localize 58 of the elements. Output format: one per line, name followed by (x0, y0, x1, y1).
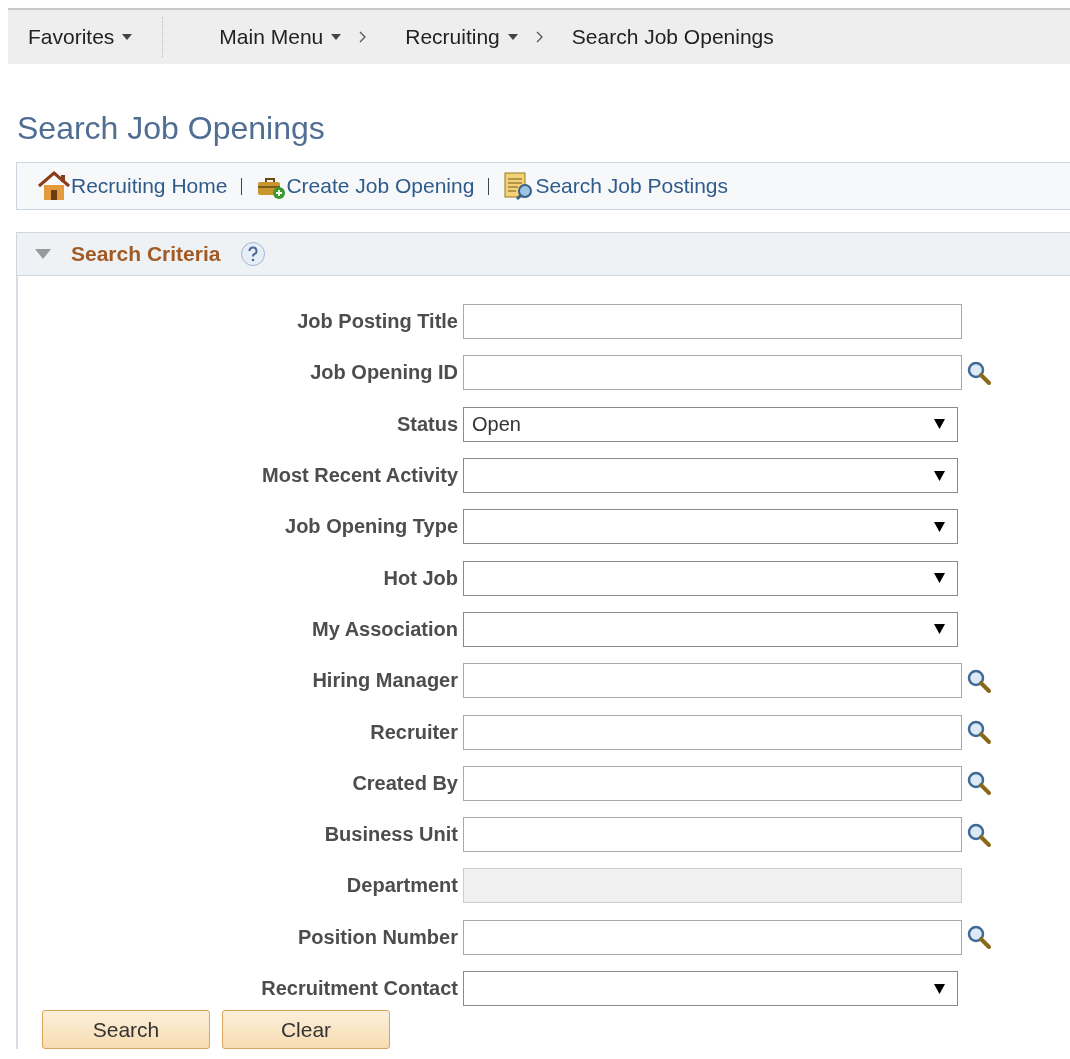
input-field[interactable] (463, 919, 962, 955)
dropdown[interactable]: Open (463, 406, 958, 442)
dropdown[interactable] (463, 971, 958, 1006)
dropdown[interactable] (463, 509, 958, 545)
chevron-icon (359, 31, 368, 43)
caret-icon (331, 34, 342, 40)
field-label: Created By (351, 771, 459, 795)
action-button[interactable]: Search (42, 1010, 210, 1050)
search-icon[interactable] (966, 359, 992, 386)
field-label: Hiring Manager (311, 669, 459, 693)
house-icon (37, 171, 71, 201)
field-label: Most Recent Activity (261, 464, 459, 488)
dropdown[interactable] (463, 458, 958, 494)
dropdown-arrow-icon (934, 470, 945, 481)
field-label: Hot Job (382, 566, 459, 590)
dropdown[interactable] (463, 611, 958, 647)
caret-icon (122, 34, 133, 40)
dropdown-arrow-icon (934, 624, 945, 635)
field-label: My Association (311, 617, 459, 641)
chevron-icon (535, 31, 544, 43)
toolbar-link[interactable]: Search Job Postings (535, 174, 728, 198)
search-icon[interactable] (966, 821, 992, 848)
toolbar-link[interactable]: Create Job Opening (286, 174, 475, 198)
input-field[interactable] (463, 304, 962, 340)
nav-menu[interactable]: Favorites (22, 25, 139, 49)
field-label: Recruiter (369, 720, 459, 744)
search-icon[interactable] (966, 924, 992, 951)
nav-menu[interactable]: Main Menu (213, 25, 348, 49)
field-label: Position Number (297, 925, 459, 949)
breadcrumb-current: Search Job Openings (571, 25, 774, 49)
dropdown[interactable] (463, 560, 958, 596)
search-icon[interactable] (966, 770, 992, 797)
page-title: Search Job Openings (17, 109, 326, 148)
search-icon[interactable] (966, 719, 992, 745)
field-label: Recruitment Contact (260, 977, 459, 1000)
field-label: Job Opening Type (284, 515, 459, 539)
caret-icon (507, 34, 518, 40)
breadcrumb-menu[interactable]: Recruiting (399, 25, 524, 49)
field-label: Status (395, 412, 459, 436)
input-field[interactable] (463, 355, 962, 391)
field-label: Job Posting Title (296, 310, 459, 334)
input-field[interactable] (463, 765, 962, 801)
dropdown-arrow-icon (934, 419, 945, 430)
search-icon[interactable] (966, 667, 992, 694)
input-field[interactable] (463, 817, 962, 853)
action-button[interactable]: Clear (222, 1010, 390, 1050)
collapse-icon[interactable] (35, 249, 51, 259)
field-label: Business Unit (323, 823, 459, 847)
help-icon[interactable] (240, 241, 267, 267)
dropdown-arrow-icon (934, 573, 945, 584)
field-label: Job Opening ID (309, 361, 459, 385)
dropdown-arrow-icon (934, 521, 945, 532)
input-field[interactable] (463, 714, 962, 750)
toolbar-link[interactable]: Recruiting Home (71, 174, 228, 198)
section-title: Search Criteria (71, 242, 221, 266)
input-field[interactable] (463, 663, 962, 699)
field-label: Department (345, 874, 459, 898)
dropdown-arrow-icon (934, 983, 945, 994)
